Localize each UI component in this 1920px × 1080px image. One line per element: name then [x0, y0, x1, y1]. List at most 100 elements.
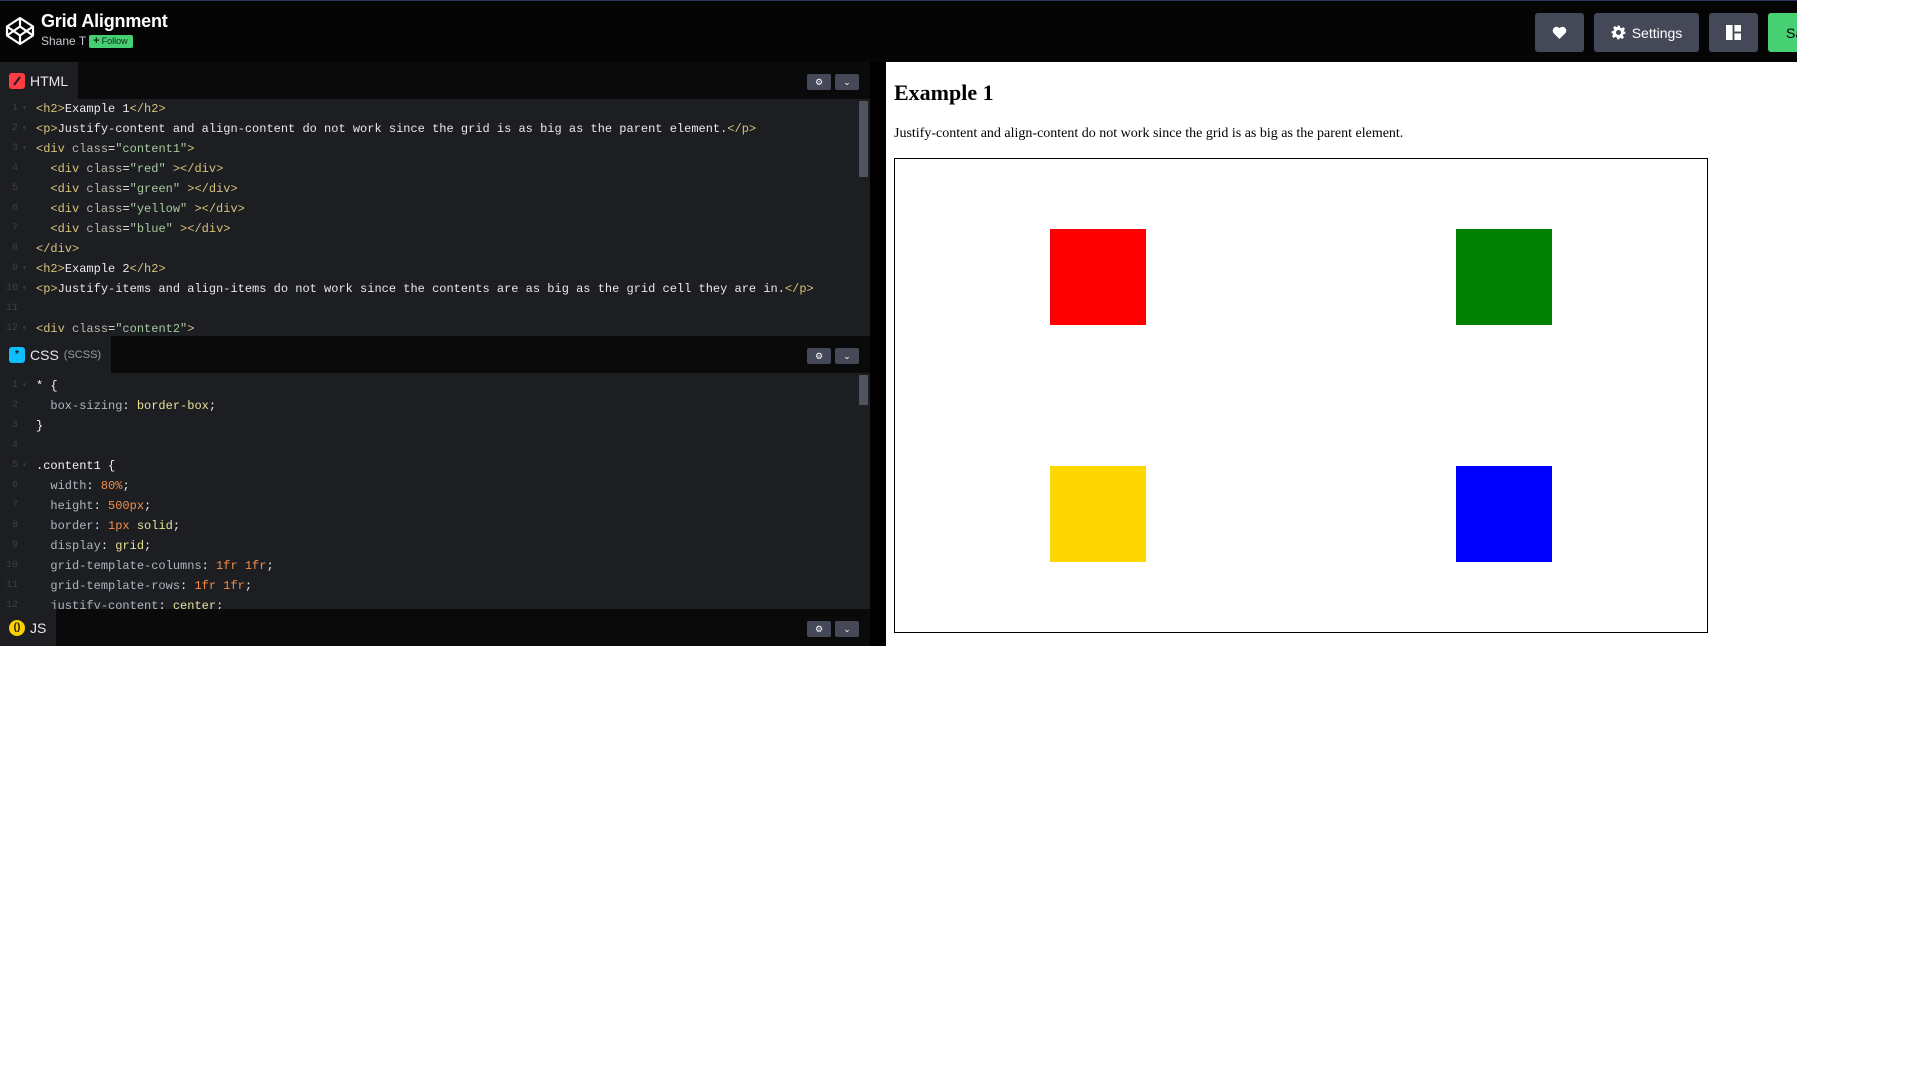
line-number: 1 [11, 103, 18, 114]
code-line[interactable]: 7 <div class = "blue" ></div> [0, 219, 870, 239]
code-line[interactable]: 12 justify-content: center; [0, 596, 870, 609]
follow-button[interactable]: + Follow [89, 34, 133, 48]
tab-html[interactable]: HTML [0, 62, 79, 99]
layout-icon [1726, 25, 1741, 40]
fold-arrow-icon [22, 436, 36, 456]
code-token: <p> [36, 122, 58, 136]
code-line[interactable]: 1 ▾ <h2> Example 1 </h2> [0, 99, 870, 119]
css-code-editor[interactable]: 1 ▾ * {2 box-sizing: border-box; 3} 4 5 ▾ .cont… [0, 373, 870, 609]
code-line[interactable]: 4 <div class = "red" ></div> [0, 159, 870, 179]
fold-arrow-icon[interactable]: ▾ [22, 139, 36, 159]
line-number: 4 [11, 440, 18, 451]
line-number: 9 [11, 540, 18, 551]
codepen-logo-icon[interactable] [4, 15, 36, 47]
css-panel-header: * CSS (SCSS) ⚙ ⌄ [0, 336, 870, 373]
code-token: ></div> [172, 222, 231, 236]
resize-divider[interactable] [870, 62, 886, 646]
code-line[interactable]: 5 ▾ .content1 { [0, 456, 870, 476]
css-collapse-button[interactable]: ⌄ [835, 348, 859, 364]
code-token: Justify-content and align-content do not… [57, 122, 728, 136]
code-line[interactable]: 11 grid-template-rows: 1fr 1fr; [0, 576, 870, 596]
code-token: </h2> [129, 262, 166, 276]
js-collapse-button[interactable]: ⌄ [835, 621, 859, 637]
code-token: ; [122, 479, 130, 493]
code-token: grid-template-columns [50, 559, 202, 573]
js-settings-button[interactable]: ⚙ [807, 621, 831, 637]
code-token: ; [266, 559, 274, 573]
fold-arrow-icon [22, 396, 36, 416]
code-token: = [122, 182, 130, 196]
code-line[interactable]: 2 ▾ <p> Justify-content and align-content d… [0, 119, 870, 139]
code-token: .content1 { [36, 459, 116, 473]
code-line[interactable]: 10 grid-template-columns: 1fr 1fr; [0, 556, 870, 576]
pen-title[interactable]: Grid Alignment [41, 11, 168, 32]
code-line[interactable]: 3} [0, 416, 870, 436]
code-line[interactable]: 5 <div class = "green" ></div> [0, 179, 870, 199]
follow-label: Follow [101, 35, 128, 46]
code-line[interactable]: 2 box-sizing: border-box; [0, 396, 870, 416]
fold-arrow-icon[interactable]: ▾ [22, 319, 36, 336]
code-line[interactable]: 9 ▾ <h2> Example 2 </h2> [0, 259, 870, 279]
code-token: } [36, 419, 44, 433]
plus-icon: + [93, 34, 100, 47]
settings-button[interactable]: Settings [1594, 13, 1699, 52]
line-number: 8 [11, 243, 18, 254]
preview-paragraph: Justify-content and align-content do not… [894, 126, 1404, 141]
code-line[interactable]: 4 [0, 436, 870, 456]
css-settings-button[interactable]: ⚙ [807, 348, 831, 364]
fold-arrow-icon[interactable]: ▾ [22, 99, 36, 119]
code-line[interactable]: 7 height: 500px; [0, 496, 870, 516]
code-line[interactable]: 8 border: 1px solid; [0, 516, 870, 536]
code-token: height [50, 499, 94, 513]
html-scrollbar[interactable] [859, 101, 868, 177]
code-line[interactable]: 10 ▾ <p> Justify-items and align-items do n… [0, 279, 870, 299]
code-line[interactable]: 6 <div class = "yellow" ></div> [0, 199, 870, 219]
css-scrollbar[interactable] [859, 375, 868, 405]
code-line[interactable]: 11 [0, 299, 870, 319]
code-line[interactable]: 1 ▾ * { [0, 376, 870, 396]
codepen-app: Grid Alignment Shane T + Follow Settings [0, 0, 1797, 646]
code-token: Justify-items and align-items do not wor… [57, 282, 785, 296]
code-token: <div [50, 222, 87, 236]
line-number: 1 [11, 380, 18, 391]
html-code-editor[interactable]: 1 ▾ <h2> Example 1 </h2> 2 ▾ <p> Justify-content… [0, 99, 870, 336]
code-line[interactable]: 3 ▾ <div class = "content1" > [0, 139, 870, 159]
html-collapse-button[interactable]: ⌄ [835, 74, 859, 90]
code-line[interactable]: 9 display: grid; [0, 536, 870, 556]
fold-arrow-icon[interactable]: ▾ [22, 119, 36, 139]
line-number: 7 [11, 223, 18, 234]
code-token: > [187, 322, 195, 336]
fold-arrow-icon [22, 159, 36, 179]
author-name[interactable]: Shane T [41, 34, 86, 48]
code-token: "content1" [115, 142, 188, 156]
fold-arrow-icon[interactable]: ▾ [22, 376, 36, 396]
fold-arrow-icon [22, 556, 36, 576]
html-settings-button[interactable]: ⚙ [807, 74, 831, 90]
tab-css[interactable]: * CSS (SCSS) [0, 336, 112, 373]
code-line[interactable]: 8 </div> [0, 239, 870, 259]
change-view-button[interactable] [1709, 13, 1758, 52]
heart-icon [1552, 26, 1567, 39]
fold-arrow-icon[interactable]: ▾ [22, 259, 36, 279]
code-token: : [100, 539, 116, 553]
tab-js[interactable]: () JS [0, 609, 57, 646]
code-token: "green" [129, 182, 181, 196]
code-token: ; [172, 519, 181, 533]
code-token: "red" [129, 162, 166, 176]
code-token: class [72, 142, 109, 156]
fold-arrow-icon[interactable]: ▾ [22, 456, 36, 476]
gear-icon [1611, 25, 1626, 40]
save-button[interactable]: Save [1768, 13, 1797, 52]
code-token: : [201, 559, 217, 573]
code-line[interactable]: 6 width: 80%; [0, 476, 870, 496]
code-token: = [122, 162, 130, 176]
code-token: <h2> [36, 102, 65, 116]
code-token: ; [216, 599, 224, 609]
fold-arrow-icon[interactable]: ▾ [22, 279, 36, 299]
fold-arrow-icon [22, 536, 36, 556]
code-line[interactable]: 12 ▾ <div class = "content2" > [0, 319, 870, 336]
editor-column: HTML ⚙ ⌄ 1 ▾ <h2> Example 1 </h2> 2 ▾ <p> Justif… [0, 62, 886, 646]
heart-button[interactable] [1535, 13, 1584, 52]
